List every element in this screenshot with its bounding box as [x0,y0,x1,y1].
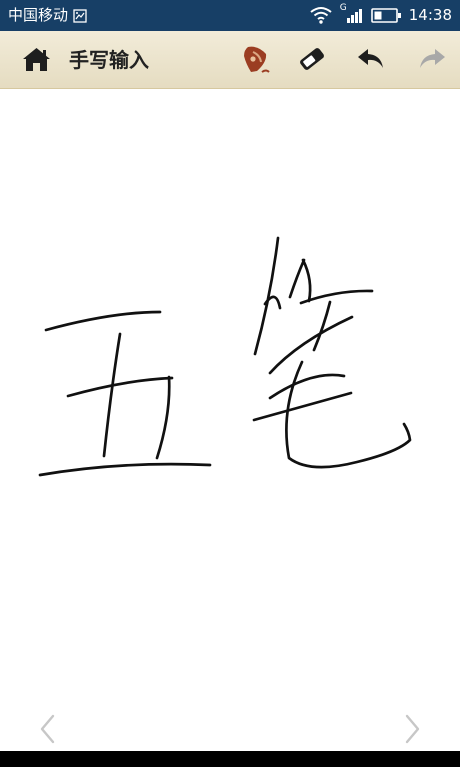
handwriting-toolbar: 手写输入 [0,31,460,89]
handwriting-input-screen: 中国移动 G 14:38 手写输入 [0,0,460,767]
cellular-signal-icon: G [340,3,364,25]
ink-stroke [301,258,312,303]
next-page-button[interactable] [395,714,429,748]
wifi-icon [309,6,333,24]
handwriting-ink: 五笔 [38,236,412,477]
ink-stroke [288,258,306,299]
ink-stroke [268,373,346,400]
page-title: 手写输入 [69,48,149,72]
eraser-button[interactable] [295,44,329,78]
ink-stroke [312,300,332,352]
screen-capture-icon [73,8,87,23]
pen-nib-icon [241,44,272,79]
ink-stroke [252,391,353,422]
undo-button[interactable] [354,44,388,78]
bottom-navigation-bar [0,751,460,767]
ink-stroke [268,315,354,375]
home-button[interactable] [19,44,53,78]
pen-button[interactable] [239,44,273,78]
redo-button[interactable] [414,44,448,78]
undo-icon [356,47,387,76]
chevron-left-icon [38,713,58,749]
previous-page-button[interactable] [31,714,65,748]
status-time: 14:38 [408,6,452,24]
status-bar-right: G 14:38 [309,3,452,25]
ink-stroke [299,289,374,305]
ink-stroke [44,310,162,332]
carrier-label: 中国移动 [8,6,69,24]
status-bar-left: 中国移动 [8,6,87,25]
redo-icon [416,47,447,76]
status-bar: 中国移动 G 14:38 [0,0,460,31]
ink-stroke [38,462,212,477]
ink-stroke [102,332,122,458]
eraser-icon [296,43,328,79]
ink-stroke [285,360,412,469]
ink-stroke [66,376,174,398]
home-icon [21,46,52,77]
handwriting-canvas[interactable]: 五笔 [0,90,460,751]
battery-icon [370,7,402,24]
ink-stroke [155,375,171,460]
chevron-right-icon [402,713,422,749]
